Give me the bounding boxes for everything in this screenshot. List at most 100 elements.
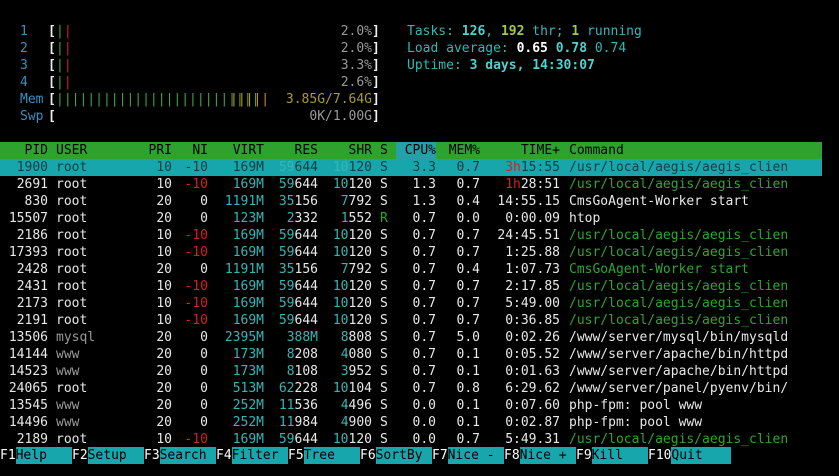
cell-s: S [380, 245, 388, 260]
cell-s: S [380, 228, 388, 243]
cell-shr: 10120 [332, 279, 372, 294]
cell-pri: 20 [156, 262, 172, 277]
cell-pri: 20 [156, 330, 172, 345]
cell-cmd: /usr/local/aegis/aegis_clien [569, 432, 789, 447]
cell-ni: -10 [184, 177, 208, 192]
cell-res: 59644 [278, 245, 318, 260]
fkey-label-quit[interactable]: Quit [671, 447, 732, 464]
fkey-label-setup[interactable]: Setup [87, 447, 144, 464]
cpu-percent: 2.6% [340, 75, 372, 90]
fkey-f2[interactable]: F2 [72, 447, 88, 464]
cell-time: 3h15:55 [505, 160, 560, 175]
cell-user: root [56, 194, 88, 209]
cell-user: root [56, 228, 88, 243]
col-shr[interactable]: SHR [318, 142, 372, 159]
cell-virt: 169M [232, 279, 264, 294]
cell-pid: 2431 [16, 279, 48, 294]
col-cpu[interactable]: CPU% [396, 142, 436, 159]
mem-bar-used: |||||||||||||||||||||||||| [56, 92, 260, 107]
fkey-f8[interactable]: F8 [504, 447, 520, 464]
cell-shr: 4900 [340, 415, 372, 430]
col-virt[interactable]: VIRT [210, 142, 264, 159]
cell-s: S [380, 177, 388, 192]
fkey-f3[interactable]: F3 [144, 447, 160, 464]
cell-pri: 10 [156, 177, 172, 192]
fkey-label-nice[interactable]: Nice - [447, 447, 504, 464]
cell-user: www [56, 398, 80, 413]
cell-mem: 0.7 [456, 432, 480, 447]
cell-time: 0:02.26 [505, 330, 560, 345]
cell-mem: 0.7 [456, 228, 480, 243]
cell-res: 35156 [278, 194, 318, 209]
cell-cmd: /usr/local/aegis/aegis_clien [569, 296, 789, 311]
cell-cmd: /usr/local/aegis/aegis_clien [569, 160, 789, 175]
col-mem[interactable]: MEM% [436, 142, 480, 159]
col-pid[interactable]: PID [0, 142, 48, 159]
col-state[interactable]: S [380, 142, 388, 159]
col-time[interactable]: TIME+ [484, 142, 560, 159]
cell-ni: 0 [200, 211, 208, 226]
cell-cpu: 0.7 [412, 296, 436, 311]
fkey-f1[interactable]: F1 [0, 447, 16, 464]
cell-s: S [380, 432, 388, 447]
cell-pri: 10 [156, 296, 172, 311]
cell-mem: 0.1 [456, 347, 480, 362]
fkey-f4[interactable]: F4 [216, 447, 232, 464]
tasks-label: Tasks: [407, 24, 454, 39]
cell-cpu: 3.3 [412, 160, 436, 175]
running-count: 1 [571, 24, 580, 39]
cell-cpu: 0.7 [412, 245, 436, 260]
fkey-label-tree[interactable]: Tree [303, 447, 360, 464]
process-table-header[interactable]: PID USER PRI NI VIRT RES SHR S CPU% MEM%… [0, 142, 822, 159]
cell-virt: 1191M [224, 194, 264, 209]
cell-shr: 7792 [340, 262, 372, 277]
cell-time: 1:07.73 [505, 262, 560, 277]
cell-virt: 169M [232, 313, 264, 328]
cell-ni: -10 [184, 279, 208, 294]
col-ni[interactable]: NI [176, 142, 208, 159]
table-row[interactable]: 1900 root 10 -10 169M 59644 10120 S 3.3 0.7 3h15:5… [0, 159, 822, 176]
cell-virt: 169M [232, 432, 264, 447]
cell-ni: 0 [200, 381, 208, 396]
col-command[interactable]: Command [569, 142, 624, 159]
fkey-label-sortby[interactable]: SortBy [375, 447, 432, 464]
fkey-label-search[interactable]: Search [159, 447, 216, 464]
cell-s: S [380, 415, 388, 430]
cpu-bar: || [56, 24, 72, 39]
cell-s: S [380, 194, 388, 209]
cell-user: www [56, 415, 80, 430]
col-user[interactable]: USER [56, 142, 87, 159]
cell-mem: 5.0 [456, 330, 480, 345]
fkey-label-help[interactable]: Help [15, 447, 72, 464]
cell-pri: 10 [156, 245, 172, 260]
mem-meter: Mem [ |||||||||||||||||||||||||| ||||| 3… [20, 92, 380, 107]
cell-s: S [380, 262, 388, 277]
cell-cpu: 0.7 [412, 381, 436, 396]
fkey-f10[interactable]: F10 [648, 447, 672, 464]
fkey-label-nice[interactable]: Nice + [519, 447, 576, 464]
cell-pri: 20 [156, 381, 172, 396]
col-pri[interactable]: PRI [140, 142, 172, 159]
cell-cpu: 0.7 [412, 313, 436, 328]
cell-user: www [56, 347, 80, 362]
cell-user: root [56, 296, 88, 311]
fkey-f6[interactable]: F6 [360, 447, 376, 464]
cpu-bar: || [56, 58, 72, 73]
cell-time: 0:07.60 [505, 398, 560, 413]
fkey-f9[interactable]: F9 [576, 447, 592, 464]
fkey-label-filter[interactable]: Filter [231, 447, 288, 464]
fkey-f5[interactable]: F5 [288, 447, 304, 464]
cell-res: 35156 [278, 262, 318, 277]
cell-shr: 10104 [332, 381, 372, 396]
fkey-f7[interactable]: F7 [432, 447, 448, 464]
cell-s: R [380, 211, 388, 226]
cell-pid: 2191 [16, 313, 48, 328]
cell-cpu: 0.7 [412, 364, 436, 379]
cell-virt: 169M [232, 228, 264, 243]
fkey-label-kill[interactable]: Kill [591, 447, 648, 464]
cell-s: S [380, 330, 388, 345]
col-res[interactable]: RES [264, 142, 318, 159]
cell-pid: 17393 [8, 245, 48, 260]
cell-pri: 20 [156, 364, 172, 379]
cell-cmd: /usr/local/aegis/aegis_clien [569, 245, 789, 260]
